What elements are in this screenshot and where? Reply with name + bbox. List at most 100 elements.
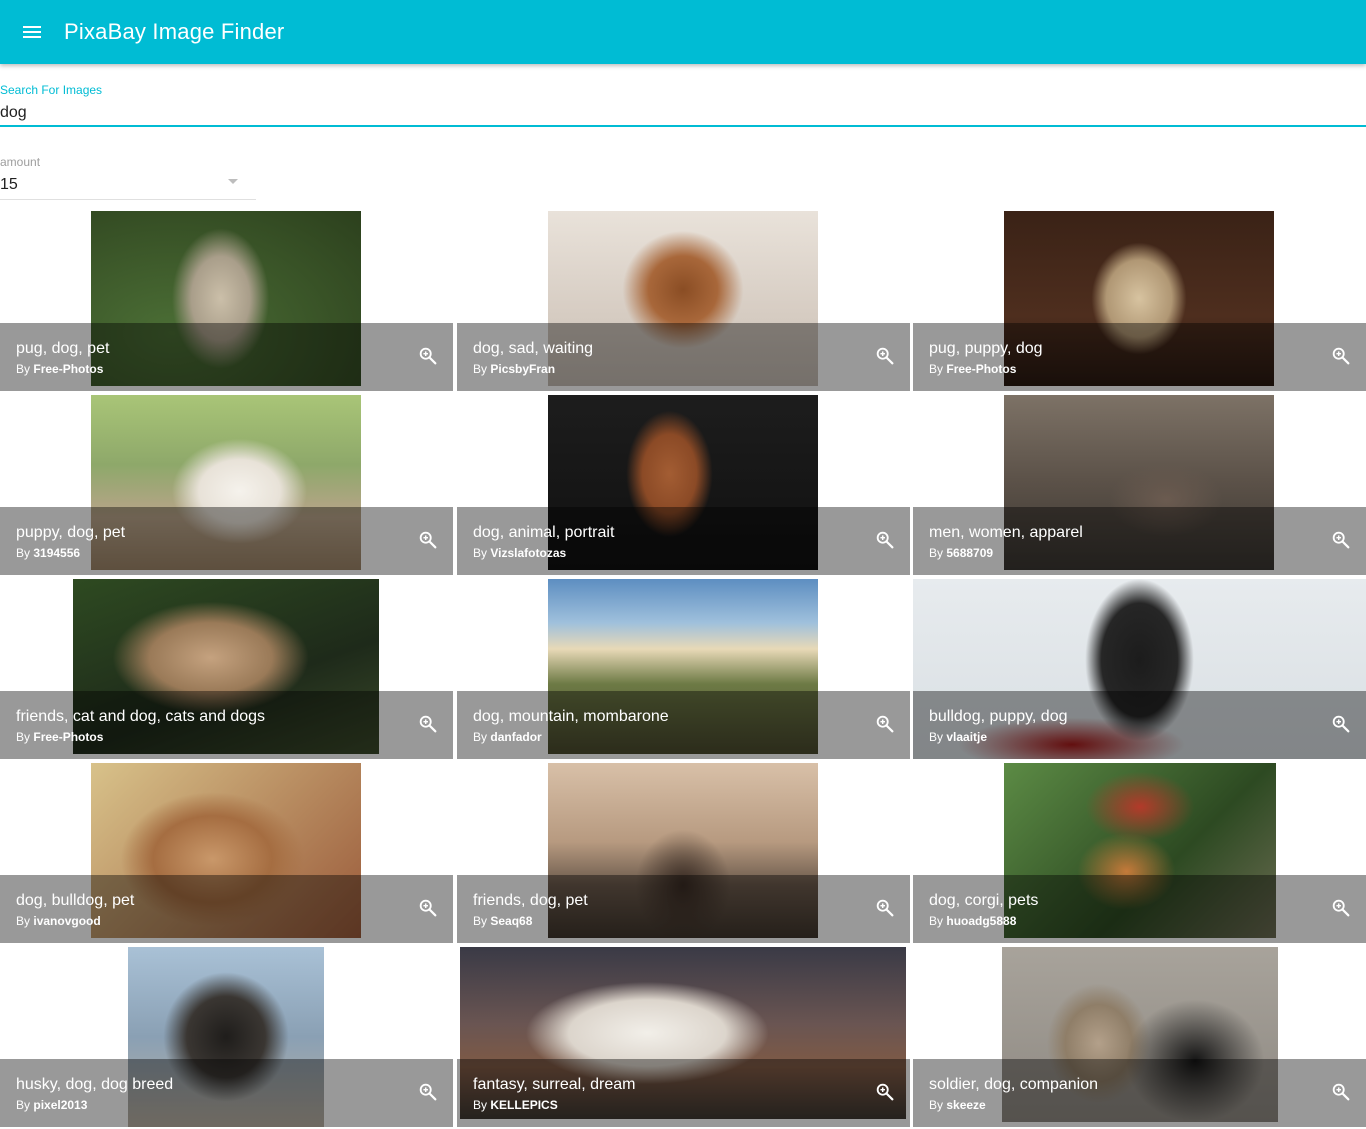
tile-author: By skeeze xyxy=(929,1098,986,1112)
menu-icon xyxy=(23,26,41,38)
tile-author-name: ivanovgood xyxy=(33,914,101,928)
zoom-in-button[interactable] xyxy=(1326,709,1356,739)
zoom-in-icon xyxy=(419,1083,437,1101)
by-label: By xyxy=(16,546,31,560)
zoom-in-button[interactable] xyxy=(870,1077,900,1107)
by-label: By xyxy=(16,1098,31,1112)
tile-title-bar: men, women, apparel By 5688709 xyxy=(913,507,1366,575)
tile-title-bar: friends, cat and dog, cats and dogs By F… xyxy=(0,691,453,759)
zoom-in-button[interactable] xyxy=(1326,1077,1356,1107)
grid-tile: husky, dog, dog breed By pixel2013 xyxy=(0,947,453,1127)
by-label: By xyxy=(929,1098,944,1112)
app-title: PixaBay Image Finder xyxy=(64,19,285,44)
tile-author-name: KELLEPICS xyxy=(490,1098,558,1112)
tile-title-bar: bulldog, puppy, dog By vlaaitje xyxy=(913,691,1366,759)
by-label: By xyxy=(473,1098,488,1112)
tile-tags: dog, animal, portrait xyxy=(473,524,615,541)
grid-tile: friends, cat and dog, cats and dogs By F… xyxy=(0,579,453,759)
by-label: By xyxy=(929,546,944,560)
tile-tags: friends, dog, pet xyxy=(473,892,588,909)
tile-author: By ivanovgood xyxy=(16,914,101,928)
tile-author-name: vlaaitje xyxy=(946,730,988,744)
grid-tile: dog, animal, portrait By Vizslafotozas xyxy=(457,395,910,575)
search-input[interactable] xyxy=(0,102,1366,124)
search-label: Search For Images xyxy=(0,83,103,97)
zoom-in-icon xyxy=(876,1083,894,1101)
zoom-in-button[interactable] xyxy=(1326,893,1356,923)
tile-author-name: PicsbyFran xyxy=(490,362,556,376)
grid-tile: bulldog, puppy, dog By vlaaitje xyxy=(913,579,1366,759)
by-label: By xyxy=(16,914,31,928)
zoom-in-icon xyxy=(1332,1083,1350,1101)
tile-author: By Free-Photos xyxy=(929,362,1016,376)
tile-title-bar: soldier, dog, companion By skeeze xyxy=(913,1059,1366,1127)
grid-tile: friends, dog, pet By Seaq68 xyxy=(457,763,910,943)
zoom-in-button[interactable] xyxy=(1326,341,1356,371)
grid-tile: puppy, dog, pet By 3194556 xyxy=(0,395,453,575)
tile-author-name: Free-Photos xyxy=(946,362,1017,376)
tile-author: By KELLEPICS xyxy=(473,1098,558,1112)
by-label: By xyxy=(473,546,488,560)
grid-tile: men, women, apparel By 5688709 xyxy=(913,395,1366,575)
zoom-in-button[interactable] xyxy=(413,341,443,371)
tile-author: By 3194556 xyxy=(16,546,80,560)
zoom-in-icon xyxy=(876,531,894,549)
zoom-in-icon xyxy=(876,715,894,733)
menu-button[interactable] xyxy=(0,0,64,64)
tile-author: By Free-Photos xyxy=(16,362,103,376)
tile-title-bar: puppy, dog, pet By 3194556 xyxy=(0,507,453,575)
zoom-in-icon xyxy=(1332,899,1350,917)
tile-author-name: 5688709 xyxy=(946,546,994,560)
tile-title-bar: dog, mountain, mombarone By danfador xyxy=(457,691,910,759)
tile-title-bar: husky, dog, dog breed By pixel2013 xyxy=(0,1059,453,1127)
tile-tags: dog, bulldog, pet xyxy=(16,892,135,909)
grid-tile: fantasy, surreal, dream By KELLEPICS xyxy=(457,947,910,1127)
tile-title-bar: pug, puppy, dog By Free-Photos xyxy=(913,323,1366,391)
tile-author-name: huoadg5888 xyxy=(946,914,1017,928)
zoom-in-button[interactable] xyxy=(413,525,443,555)
amount-select[interactable]: amount 15 xyxy=(0,150,256,200)
tile-author-name: Free-Photos xyxy=(33,730,104,744)
by-label: By xyxy=(473,362,488,376)
amount-value: 15 xyxy=(0,176,18,193)
zoom-in-button[interactable] xyxy=(870,525,900,555)
by-label: By xyxy=(473,914,488,928)
tile-title-bar: fantasy, surreal, dream By KELLEPICS xyxy=(457,1059,910,1127)
zoom-in-button[interactable] xyxy=(413,893,443,923)
tile-author: By pixel2013 xyxy=(16,1098,87,1112)
zoom-in-button[interactable] xyxy=(413,1077,443,1107)
grid-tile: pug, puppy, dog By Free-Photos xyxy=(913,211,1366,391)
tile-title-bar: dog, animal, portrait By Vizslafotozas xyxy=(457,507,910,575)
grid-tile: dog, sad, waiting By PicsbyFran xyxy=(457,211,910,391)
grid-tile: dog, bulldog, pet By ivanovgood xyxy=(0,763,453,943)
zoom-in-button[interactable] xyxy=(870,893,900,923)
tile-author: By Vizslafotozas xyxy=(473,546,566,560)
search-underline xyxy=(0,125,1366,127)
tile-author: By PicsbyFran xyxy=(473,362,555,376)
app-bar: PixaBay Image Finder xyxy=(0,0,1366,64)
tile-title-bar: friends, dog, pet By Seaq68 xyxy=(457,875,910,943)
tile-title-bar: pug, dog, pet By Free-Photos xyxy=(0,323,453,391)
by-label: By xyxy=(929,730,944,744)
by-label: By xyxy=(16,730,31,744)
zoom-in-button[interactable] xyxy=(1326,525,1356,555)
tile-tags: dog, corgi, pets xyxy=(929,892,1039,909)
by-label: By xyxy=(929,362,944,376)
tile-author: By Free-Photos xyxy=(16,730,103,744)
zoom-in-button[interactable] xyxy=(870,341,900,371)
tile-title-bar: dog, bulldog, pet By ivanovgood xyxy=(0,875,453,943)
tile-author-name: skeeze xyxy=(946,1098,986,1112)
search-field: Search For Images xyxy=(0,80,1366,128)
amount-underline xyxy=(0,199,256,200)
tile-author-name: Vizslafotozas xyxy=(490,546,567,560)
by-label: By xyxy=(929,914,944,928)
tile-author-name: pixel2013 xyxy=(33,1098,88,1112)
tile-author-name: 3194556 xyxy=(33,546,81,560)
tile-tags: fantasy, surreal, dream xyxy=(473,1076,636,1093)
tile-tags: pug, dog, pet xyxy=(16,340,110,357)
by-label: By xyxy=(473,730,488,744)
by-label: By xyxy=(16,362,31,376)
tile-tags: husky, dog, dog breed xyxy=(16,1076,174,1093)
zoom-in-button[interactable] xyxy=(870,709,900,739)
zoom-in-button[interactable] xyxy=(413,709,443,739)
